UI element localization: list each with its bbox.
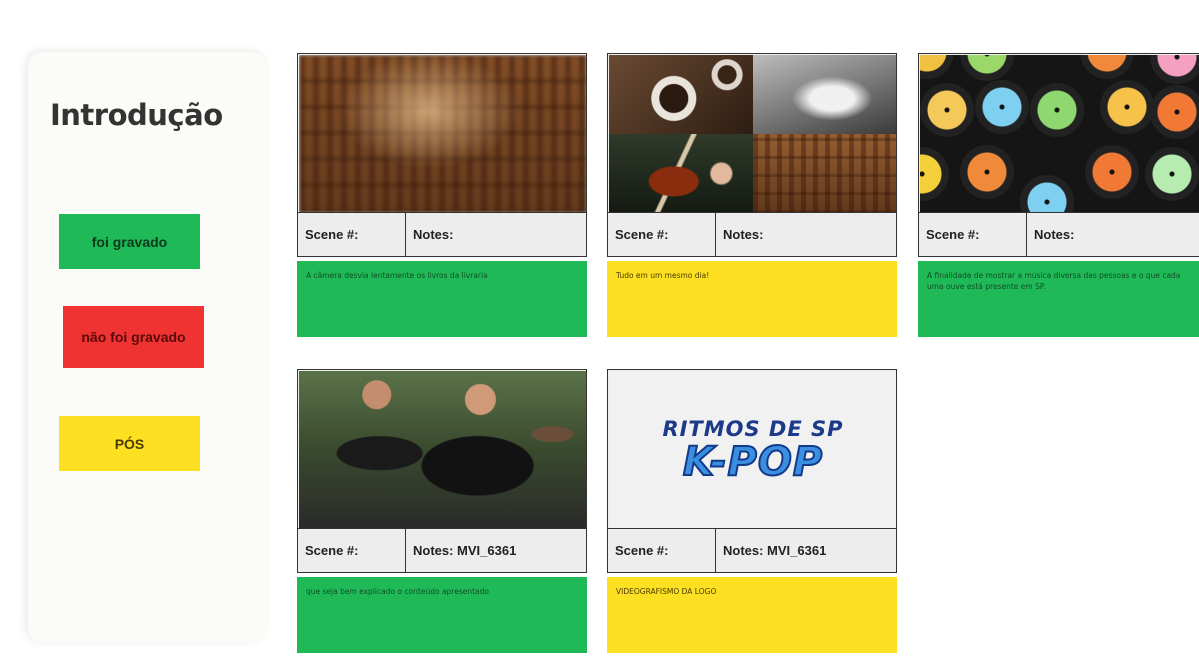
legend-recorded: foi gravado [59, 214, 200, 269]
logo-title: K-POP [682, 439, 824, 485]
kpop-crowd-image [299, 371, 586, 529]
card-info-row: Scene #: Notes: [608, 212, 896, 256]
card-frame: Scene #: Notes: [607, 53, 897, 257]
scene-note[interactable]: A finalidade de mostrar a música diversa… [918, 261, 1199, 337]
card-frame: Scene #: Notes: MVI_6361 [297, 369, 587, 573]
vinyl-records-image [920, 55, 1199, 213]
notes-field[interactable]: Notes: MVI_6361 [716, 529, 896, 572]
logo-subtitle: RITMOS DE SP [662, 417, 844, 441]
bookstore-photo [753, 134, 896, 213]
scene-number-field[interactable]: Scene #: [919, 213, 1027, 256]
card-info-row: Scene #: Notes: [919, 212, 1199, 256]
scene-note[interactable]: Tudo em um mesmo dia! [607, 261, 897, 337]
notes-field[interactable]: Notes: [716, 213, 896, 256]
scene-note[interactable]: A câmera desvia lentamente os livros da … [297, 261, 587, 337]
scene-number-field[interactable]: Scene #: [298, 529, 406, 572]
logo-image: RITMOS DE SP K-POP [609, 371, 896, 529]
card-info-row: Scene #: Notes: MVI_6361 [298, 528, 586, 572]
legend-post: PÓS [59, 416, 200, 471]
legend-not-recorded: não foi gravado [63, 306, 204, 368]
card-frame: RITMOS DE SP K-POP Scene #: Notes: MVI_6… [607, 369, 897, 573]
card-frame: Scene #: Notes: [297, 53, 587, 257]
section-title: Introdução [50, 98, 223, 132]
notes-field[interactable]: Notes: MVI_6361 [406, 529, 586, 572]
bookstore-image [299, 55, 586, 213]
collage-image [609, 55, 896, 213]
scene-number-field[interactable]: Scene #: [298, 213, 406, 256]
notes-field[interactable]: Notes: [1027, 213, 1199, 256]
hands-photo [753, 55, 896, 134]
card-info-row: Scene #: Notes: MVI_6361 [608, 528, 896, 572]
scene-number-field[interactable]: Scene #: [608, 213, 716, 256]
scene-note[interactable]: que seja bem explicado o conteúdo aprese… [297, 577, 587, 653]
violin-photo [609, 134, 753, 213]
scene-number-field[interactable]: Scene #: [608, 529, 716, 572]
card-frame: Scene #: Notes: [918, 53, 1199, 257]
card-info-row: Scene #: Notes: [298, 212, 586, 256]
coffee-photo [609, 55, 753, 134]
scene-note[interactable]: VIDEOGRAFISMO DA LOGO [607, 577, 897, 653]
notes-field[interactable]: Notes: [406, 213, 586, 256]
